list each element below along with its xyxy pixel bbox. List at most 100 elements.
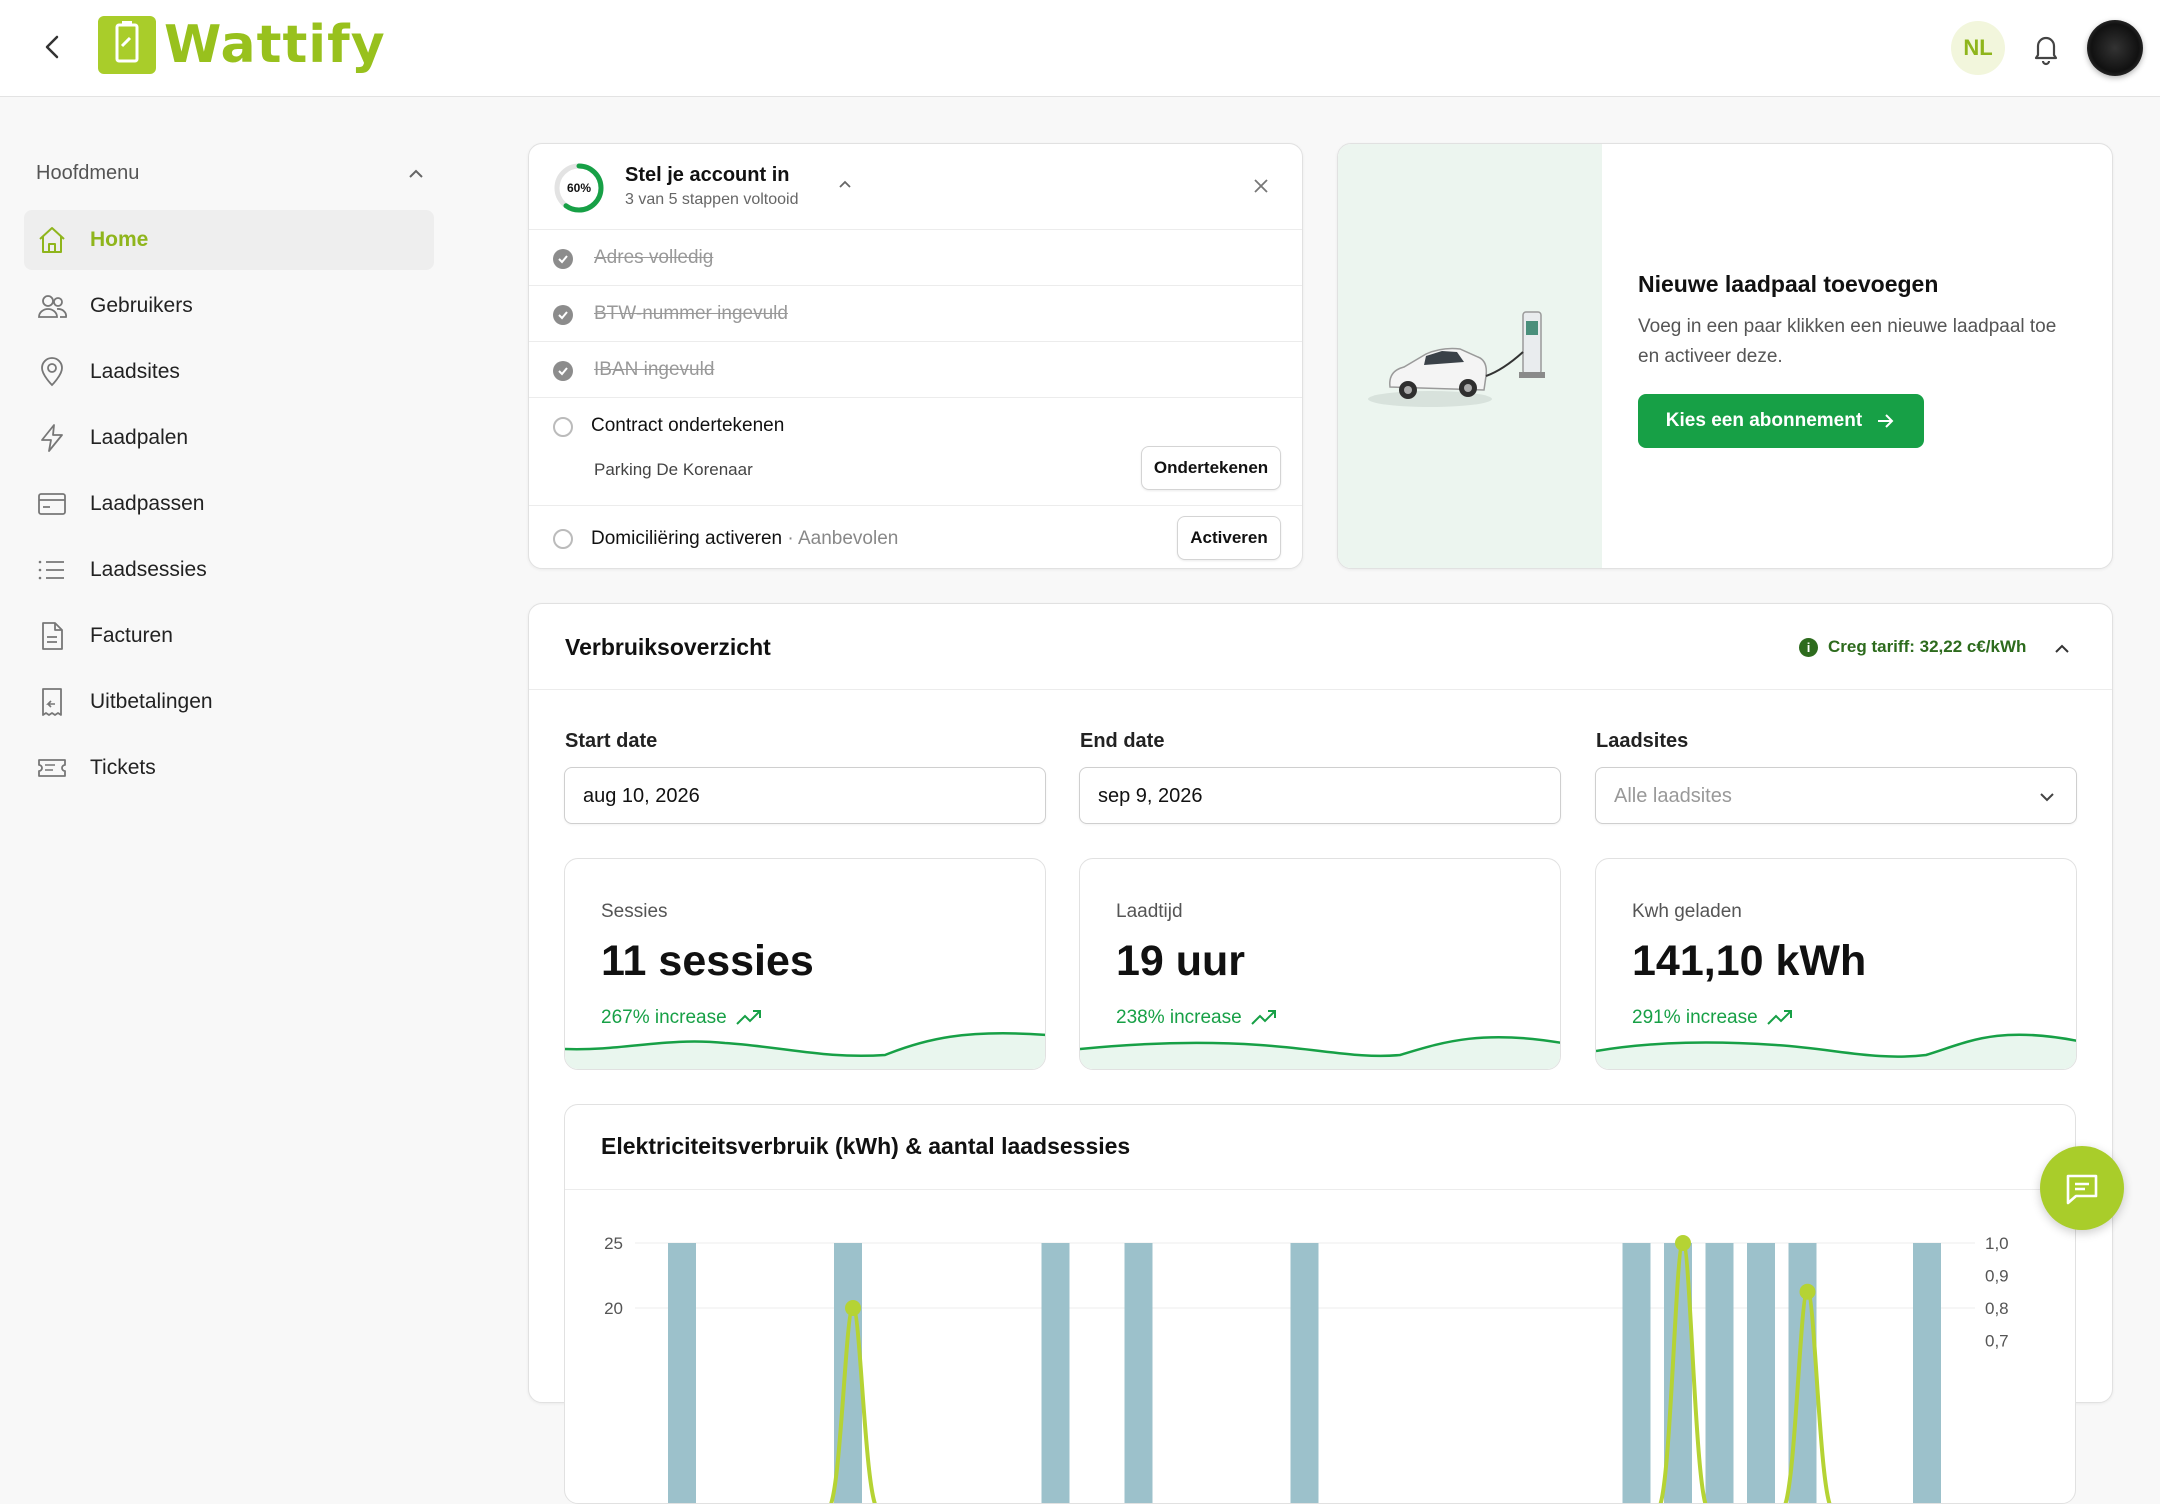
step-label: BTW-nummer ingevuld bbox=[594, 303, 788, 324]
line-point bbox=[1799, 1283, 1816, 1300]
stat-label: Laadtijd bbox=[1116, 901, 1183, 922]
button-label: Kies een abonnement bbox=[1665, 410, 1863, 431]
credit-card-icon bbox=[38, 493, 66, 515]
home-icon bbox=[39, 227, 65, 253]
ticket-icon bbox=[38, 759, 66, 777]
trend-up-icon bbox=[1250, 1010, 1276, 1025]
usage-overview-card: Verbruiksoverzicht i Creg tariff: 32,22 … bbox=[528, 603, 2113, 1504]
receipt-icon bbox=[42, 688, 62, 716]
usage-header[interactable]: Verbruiksoverzicht i Creg tariff: 32,22 … bbox=[529, 604, 2112, 690]
line-point bbox=[1675, 1235, 1691, 1251]
stat-trend: 267% increase bbox=[601, 1007, 763, 1029]
arrow-right-icon bbox=[1878, 414, 1894, 428]
back-arrow-icon[interactable] bbox=[38, 32, 68, 62]
trend-up-icon bbox=[735, 1010, 761, 1025]
sidebar-item-home[interactable]: Home bbox=[24, 210, 434, 270]
logo[interactable]: Wattify bbox=[98, 14, 386, 76]
y-axis-right-tick: 0,9 bbox=[1985, 1267, 2009, 1286]
user-avatar[interactable] bbox=[2087, 20, 2143, 76]
sparkline bbox=[565, 1032, 1045, 1069]
stat-value: 11 sessies bbox=[601, 937, 814, 985]
sidebar-item-label: Home bbox=[90, 228, 149, 251]
add-charger-promo-card: Nieuwe laadpaal toevoegen Voeg in een pa… bbox=[1337, 143, 2113, 569]
stat-label: Sessies bbox=[601, 901, 668, 922]
sidebar-item-label: Laadpalen bbox=[90, 426, 189, 449]
promo-illustration-panel bbox=[1338, 144, 1602, 568]
users-icon bbox=[38, 295, 67, 318]
activate-button[interactable]: Activeren bbox=[1177, 516, 1281, 560]
sidebar-item-charging-sites[interactable]: Laadsites bbox=[24, 342, 434, 402]
sidebar-item-chargers[interactable]: Laadpalen bbox=[24, 408, 434, 468]
account-setup-card: 60% Stel je account in 3 van 5 stappen v… bbox=[528, 143, 1303, 569]
line-point bbox=[845, 1300, 861, 1316]
document-icon bbox=[42, 622, 63, 650]
check-circle-icon bbox=[553, 361, 573, 381]
map-pin-icon bbox=[41, 357, 63, 387]
setup-header[interactable]: 60% Stel je account in 3 van 5 stappen v… bbox=[529, 144, 1302, 230]
sidebar-item-users[interactable]: Gebruikers bbox=[24, 276, 434, 336]
charging-sites-select[interactable]: Alle laadsites bbox=[1595, 767, 2077, 824]
sidebar-item-invoices[interactable]: Facturen bbox=[24, 606, 434, 666]
y-axis-left-tick: 25 bbox=[604, 1234, 623, 1253]
bell-icon[interactable] bbox=[2028, 30, 2064, 66]
close-icon[interactable] bbox=[1251, 176, 1271, 196]
sidebar-item-charge-sessions[interactable]: Laadsessies bbox=[24, 540, 434, 600]
y-axis-right-tick: 0,7 bbox=[1985, 1332, 2009, 1351]
start-date-input[interactable]: aug 10, 2026 bbox=[564, 767, 1046, 824]
chat-button[interactable] bbox=[2040, 1146, 2124, 1230]
tariff-label: Creg tariff: 32,22 c€/kWh bbox=[1828, 637, 2027, 656]
main-menu-header[interactable]: Hoofdmenu bbox=[36, 162, 426, 185]
sidebar-nav: Home Gebruikers Laadsites Laadpalen Laad… bbox=[24, 210, 434, 804]
sidebar-item-label: Facturen bbox=[90, 624, 173, 647]
sidebar-item-payouts[interactable]: Uitbetalingen bbox=[24, 672, 434, 732]
sidebar-item-label: Laadsessies bbox=[90, 558, 207, 581]
progress-ring: 60% bbox=[554, 163, 604, 213]
sidebar-item-charge-cards[interactable]: Laadpassen bbox=[24, 474, 434, 534]
stat-trend: 291% increase bbox=[1632, 1007, 1794, 1029]
chevron-up-icon[interactable] bbox=[2051, 638, 2073, 660]
main-menu-title: Hoofdmenu bbox=[36, 162, 140, 184]
sign-button[interactable]: Ondertekenen bbox=[1141, 446, 1281, 490]
chevron-down-icon bbox=[2040, 793, 2054, 802]
sidebar-item-label: Uitbetalingen bbox=[90, 690, 213, 713]
lightning-icon bbox=[41, 424, 63, 452]
bar bbox=[1705, 1243, 1734, 1503]
promo-text: Voeg in een paar klikken een nieuwe laad… bbox=[1638, 316, 2057, 367]
sidebar: Hoofdmenu Home Gebruikers Laadsites Laad… bbox=[0, 98, 460, 1350]
language-switcher[interactable]: NL bbox=[1951, 21, 2005, 75]
setup-step: BTW-nummer ingevuld bbox=[529, 286, 1302, 342]
list-icon bbox=[38, 560, 64, 580]
chevron-up-icon[interactable] bbox=[835, 174, 855, 194]
bar bbox=[1041, 1243, 1070, 1503]
battery-logo-icon bbox=[98, 16, 156, 74]
sparkline bbox=[1596, 1033, 2076, 1069]
sidebar-item-tickets[interactable]: Tickets bbox=[24, 738, 434, 798]
choose-subscription-button[interactable]: Kies een abonnement bbox=[1638, 394, 1924, 448]
consumption-chart-card: Elektriciteitsverbruik (kWh) & aantal la… bbox=[564, 1104, 2076, 1504]
sidebar-item-label: Tickets bbox=[90, 756, 156, 779]
sparkline bbox=[1080, 1035, 1560, 1069]
stat-value: 19 uur bbox=[1116, 937, 1246, 985]
sidebar-item-label: Laadpassen bbox=[90, 492, 205, 515]
electric-car-charging-illustration bbox=[1368, 311, 1545, 407]
y-axis-right-tick: 0,8 bbox=[1985, 1299, 2009, 1318]
promo-title: Nieuwe laadpaal toevoegen bbox=[1638, 271, 1939, 297]
setup-step-contract: Contract ondertekenen Parking De Korenaa… bbox=[529, 398, 1302, 506]
end-date-label: End date bbox=[1080, 730, 1165, 752]
step-label: Domiciliëring activeren · Aanbevolen bbox=[591, 528, 899, 549]
charging-sites-label: Laadsites bbox=[1596, 730, 1689, 752]
start-date-label: Start date bbox=[565, 730, 658, 752]
trend-up-icon bbox=[1766, 1010, 1792, 1025]
setup-step: Adres volledig bbox=[529, 230, 1302, 286]
setup-subtitle: 3 van 5 stappen voltooid bbox=[625, 191, 799, 208]
sidebar-item-label: Laadsites bbox=[90, 360, 180, 383]
chevron-up-icon[interactable] bbox=[406, 164, 426, 184]
sidebar-item-label: Gebruikers bbox=[90, 294, 193, 317]
chat-bubble-icon bbox=[2066, 1174, 2098, 1205]
bar bbox=[1913, 1243, 1941, 1503]
end-date-input[interactable]: sep 9, 2026 bbox=[1079, 767, 1561, 824]
stat-card-kwh-charged: Kwh geladen 141,10 kWh 291% increase bbox=[1595, 858, 2077, 1070]
app-name: Wattify bbox=[164, 15, 386, 75]
bar bbox=[1290, 1243, 1319, 1503]
stat-card-sessions: Sessies 11 sessies 267% increase bbox=[564, 858, 1046, 1070]
